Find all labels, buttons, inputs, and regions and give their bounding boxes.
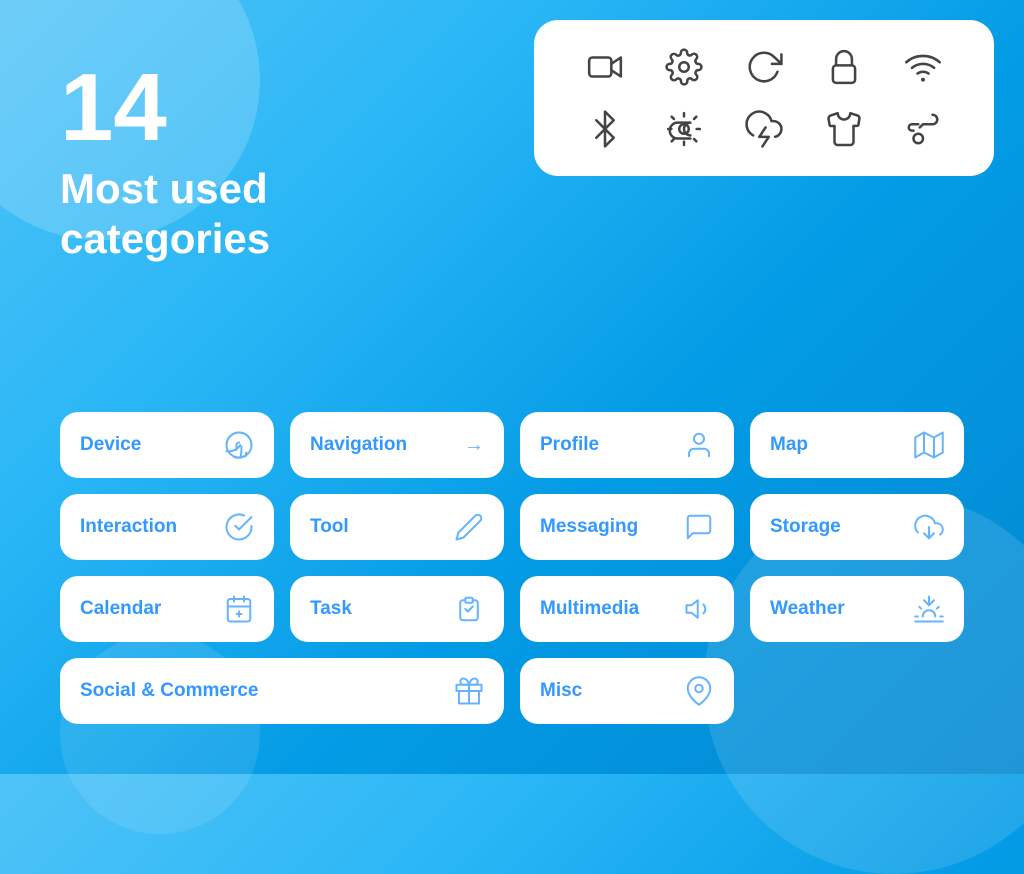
category-misc[interactable]: Misc	[520, 658, 734, 724]
weather-label: Weather	[770, 598, 845, 620]
calendar-icon	[224, 594, 254, 624]
cloud-sun-light-icon	[665, 110, 703, 148]
category-count: 14	[60, 60, 270, 156]
category-profile[interactable]: Profile	[520, 412, 734, 478]
cloud-lightning-icon	[745, 110, 783, 148]
pin-icon	[684, 676, 714, 706]
category-task[interactable]: Task	[290, 576, 504, 642]
fingerprint-icon	[224, 430, 254, 460]
pencil-icon	[454, 512, 484, 542]
lock-icon	[825, 48, 863, 86]
map-label: Map	[770, 434, 808, 456]
category-storage[interactable]: Storage	[750, 494, 964, 560]
wifi-icon	[904, 48, 942, 86]
profile-label: Profile	[540, 434, 599, 456]
storage-label: Storage	[770, 516, 841, 538]
category-messaging[interactable]: Messaging	[520, 494, 734, 560]
hero-subtitle: Most used categories	[60, 164, 270, 265]
settings-icon	[665, 48, 703, 86]
category-weather[interactable]: Weather	[750, 576, 964, 642]
social-commerce-label: Social & Commerce	[80, 680, 258, 702]
category-map[interactable]: Map	[750, 412, 964, 478]
paint-icon	[904, 110, 942, 148]
calendar-label: Calendar	[80, 598, 161, 620]
arrow-right-icon: →	[464, 434, 484, 457]
gift-icon	[454, 676, 484, 706]
category-device[interactable]: Device	[60, 412, 274, 478]
device-label: Device	[80, 434, 141, 456]
cloud-sun-icon	[914, 594, 944, 624]
category-grid: Device Navigation → Profile Map	[60, 412, 964, 724]
category-calendar[interactable]: Calendar	[60, 576, 274, 642]
refresh-icon	[745, 48, 783, 86]
bluetooth-icon	[586, 110, 624, 148]
shirt-icon	[825, 110, 863, 148]
check-circle-icon	[224, 512, 254, 542]
navigation-label: Navigation	[310, 434, 407, 456]
message-icon	[684, 512, 714, 542]
person-icon	[684, 430, 714, 460]
clipboard-check-icon	[454, 594, 484, 624]
messaging-label: Messaging	[540, 516, 638, 538]
icon-panel	[534, 20, 994, 176]
category-tool[interactable]: Tool	[290, 494, 504, 560]
volume-icon	[684, 594, 714, 624]
hero-text: 14 Most used categories	[60, 60, 270, 265]
cloud-download-icon	[914, 512, 944, 542]
multimedia-label: Multimedia	[540, 598, 639, 620]
tool-label: Tool	[310, 516, 349, 538]
category-social-commerce[interactable]: Social & Commerce	[60, 658, 504, 724]
category-interaction[interactable]: Interaction	[60, 494, 274, 560]
map-icon	[914, 430, 944, 460]
category-multimedia[interactable]: Multimedia	[520, 576, 734, 642]
video-camera-icon	[586, 48, 624, 86]
category-navigation[interactable]: Navigation →	[290, 412, 504, 478]
task-label: Task	[310, 598, 352, 620]
interaction-label: Interaction	[80, 516, 177, 538]
misc-label: Misc	[540, 680, 582, 702]
